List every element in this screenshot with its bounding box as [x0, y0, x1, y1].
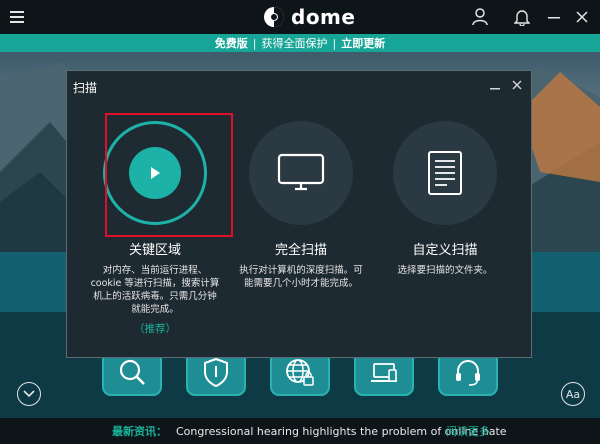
- notification-bell-icon[interactable]: [510, 0, 534, 34]
- recommended-label: （推荐）: [134, 323, 176, 335]
- edition-label: 免费版: [214, 37, 248, 50]
- critical-areas-title: 关键区域: [128, 243, 181, 258]
- full-scan-description: 执行对计算机的深度扫描。可能需要几个小时才能完成。: [239, 265, 363, 289]
- full-scan-button[interactable]: [249, 121, 353, 225]
- dome-logo-icon: [264, 7, 284, 27]
- read-more-link[interactable]: 阅读更多: [446, 423, 490, 439]
- scan-dialog: 扫描 关键区域 对内存、当前运行进程、cookie 等进行扫描，搜索计算机上的活…: [66, 70, 532, 358]
- app-logo: dome: [263, 4, 355, 30]
- custom-scan-button[interactable]: [393, 121, 497, 225]
- dialog-minimize-icon[interactable]: [487, 75, 503, 95]
- devices-icon: [371, 363, 397, 382]
- window-minimize-icon[interactable]: [544, 0, 564, 34]
- promo-offer: 获得全面保护: [261, 37, 328, 50]
- selection-highlight: [105, 113, 233, 237]
- app-name: dome: [291, 5, 356, 29]
- chevron-down-icon: [23, 390, 35, 398]
- shield-icon: [204, 357, 228, 388]
- promo-separator: |: [252, 36, 257, 50]
- title-bar: dome: [0, 0, 600, 34]
- critical-areas-description: 对内存、当前运行进程、cookie 等进行扫描，搜索计算机上的活跃病毒。只需几分…: [90, 265, 220, 315]
- promo-bar: 免费版 | 获得全面保护 | 立即更新: [0, 34, 600, 52]
- custom-scan-title: 自定义扫描: [412, 243, 478, 258]
- user-account-icon[interactable]: [468, 0, 492, 34]
- promo-separator: |: [332, 36, 337, 50]
- headset-icon: [456, 360, 480, 386]
- search-icon: [119, 359, 145, 385]
- full-scan-title: 完全扫描: [274, 243, 327, 258]
- news-label: 最新资讯：: [112, 425, 167, 438]
- expand-down-button[interactable]: [17, 382, 41, 406]
- dialog-title: 扫描: [73, 81, 98, 95]
- hamburger-menu-icon[interactable]: [6, 0, 28, 34]
- globe-lock-icon: [286, 359, 314, 386]
- news-bar: 最新资讯： Congressional hearing highlights t…: [0, 418, 600, 444]
- dialog-close-icon[interactable]: [509, 75, 525, 95]
- font-size-button[interactable]: Aa: [561, 382, 585, 406]
- monitor-icon: [277, 153, 325, 191]
- window-close-icon[interactable]: [572, 0, 592, 34]
- custom-scan-description: 选择要扫描的文件夹。: [397, 265, 493, 276]
- document-icon: [428, 151, 462, 195]
- upgrade-now-link[interactable]: 立即更新: [341, 35, 385, 51]
- font-size-label: Aa: [565, 387, 581, 401]
